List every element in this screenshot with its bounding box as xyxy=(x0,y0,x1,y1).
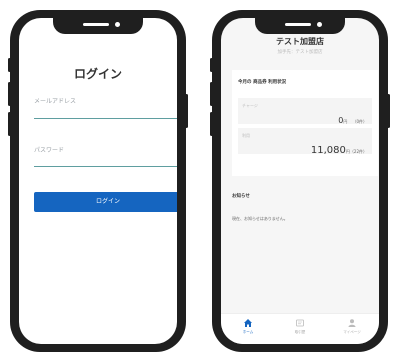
speaker-icon xyxy=(285,23,311,26)
dashboard-screen: テスト加盟店 加手先：テスト加盟店 今月の 商品券 利用状況 チャージ 0円 （… xyxy=(221,18,379,344)
tab-home[interactable]: ホーム xyxy=(222,318,274,335)
speaker-icon xyxy=(83,23,109,26)
phone-side-button xyxy=(210,112,213,136)
phone-side-button xyxy=(210,82,213,106)
person-icon xyxy=(348,319,356,327)
usage-count: （22件） xyxy=(349,149,367,154)
phone-side-button xyxy=(8,58,11,72)
charge-label: チャージ xyxy=(242,103,258,108)
charge-row: チャージ 0円 （0件） xyxy=(238,98,372,127)
usage-amount: 11,080 xyxy=(310,145,346,156)
charge-value: 0円 （0件） xyxy=(338,108,367,127)
charge-count: （0件） xyxy=(352,119,367,124)
phone-side-button xyxy=(387,94,390,128)
history-icon xyxy=(296,319,304,327)
usage-value: 11,080円（22件） xyxy=(311,138,367,157)
email-field[interactable] xyxy=(34,118,177,119)
page-title: ログイン xyxy=(73,67,122,81)
phone-side-button xyxy=(210,58,213,72)
charge-unit: 円 xyxy=(343,119,348,124)
tab-bar: ホーム 取引歴 マイページ xyxy=(221,313,379,344)
usage-card: 今月の 商品券 利用状況 チャージ 0円 （0件） 利用 11,080円（22件… xyxy=(232,70,378,176)
store-subtitle: 加手先：テスト加盟店 xyxy=(277,50,323,55)
phone-notch xyxy=(53,18,143,34)
camera-icon xyxy=(115,22,120,27)
news-empty-message: 現在、お知らせはありません。 xyxy=(232,216,288,221)
phone-notch xyxy=(255,18,345,34)
phone-side-button xyxy=(8,82,11,106)
tab-label: 取引歴 xyxy=(294,330,306,334)
email-label: メールアドレス xyxy=(34,98,77,105)
usage-label: 利用 xyxy=(242,133,250,138)
password-field[interactable] xyxy=(34,166,177,167)
login-screen: ログイン メールアドレス パスワード ログイン xyxy=(19,18,177,344)
tab-history[interactable]: 取引歴 xyxy=(274,318,326,335)
camera-icon xyxy=(317,22,322,27)
password-label: パスワード xyxy=(34,147,65,154)
card-title: 今月の 商品券 利用状況 xyxy=(238,80,287,85)
tab-mypage[interactable]: マイページ xyxy=(326,318,378,335)
store-title: テスト加盟店 xyxy=(276,37,324,46)
phone-side-button xyxy=(185,94,188,128)
phone-side-button xyxy=(8,112,11,136)
tab-label: マイページ xyxy=(343,330,361,334)
news-title: お知らせ xyxy=(232,194,250,199)
phone-dashboard: テスト加盟店 加手先：テスト加盟店 今月の 商品券 利用状況 チャージ 0円 （… xyxy=(210,10,390,352)
login-button[interactable]: ログイン xyxy=(34,192,177,212)
tab-label: ホーム xyxy=(242,330,254,334)
phone-login: ログイン メールアドレス パスワード ログイン xyxy=(8,10,188,352)
usage-row: 利用 11,080円（22件） xyxy=(238,128,372,157)
home-icon xyxy=(244,319,252,327)
